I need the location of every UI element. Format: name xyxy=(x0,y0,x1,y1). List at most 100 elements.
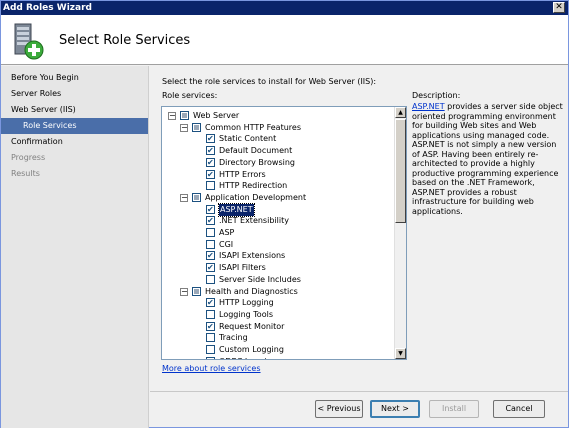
instruction-text: Select the role services to install for … xyxy=(162,77,377,86)
tree-row[interactable]: .NET Extensibility xyxy=(162,215,392,227)
tree-row[interactable]: ODBC Logging xyxy=(162,356,392,359)
role-services-tree[interactable]: −Web Server−Common HTTP FeaturesStatic C… xyxy=(161,106,407,360)
checkbox[interactable] xyxy=(206,169,215,181)
tree-item-label[interactable]: Static Content xyxy=(219,133,276,145)
cancel-button[interactable]: Cancel xyxy=(493,400,545,418)
tree-item-label[interactable]: ISAPI Extensions xyxy=(219,250,285,262)
wizard-header: Select Role Services xyxy=(1,15,568,65)
tree-item-label[interactable]: Logging Tools xyxy=(219,309,273,321)
nav-item-before-you-begin[interactable]: Before You Begin xyxy=(1,70,148,86)
tree-item-label[interactable]: Default Document xyxy=(219,145,292,157)
tree-item-label[interactable]: Custom Logging xyxy=(219,344,284,356)
tree-item-label[interactable]: Web Server xyxy=(193,110,239,122)
tree-row[interactable]: Default Document xyxy=(162,145,392,157)
nav-item-confirmation[interactable]: Confirmation xyxy=(1,134,148,150)
tree-row[interactable]: Server Side Includes xyxy=(162,274,392,286)
tree-item-label[interactable]: .NET Extensibility xyxy=(219,215,289,227)
checkbox[interactable] xyxy=(180,111,189,120)
more-about-role-services-link[interactable]: More about role services xyxy=(162,364,261,373)
checkbox[interactable] xyxy=(206,239,215,249)
tree-row[interactable]: Directory Browsing xyxy=(162,157,392,169)
tree-row[interactable]: HTTP Redirection xyxy=(162,180,392,192)
checkbox[interactable] xyxy=(206,345,215,354)
description-link[interactable]: ASP.NET xyxy=(412,102,445,111)
tree-item-label[interactable]: Request Monitor xyxy=(219,321,284,333)
checkbox[interactable] xyxy=(206,333,215,343)
nav-item-web-server-iis[interactable]: Web Server (IIS) xyxy=(1,102,148,118)
description-body: provides a server side object oriented p… xyxy=(412,102,563,216)
collapse-icon[interactable]: − xyxy=(180,193,188,202)
scroll-down-icon[interactable]: ▼ xyxy=(395,348,406,359)
tree-row[interactable]: Tracing xyxy=(162,332,392,344)
role-services-label: Role services: xyxy=(162,91,218,100)
checkbox[interactable] xyxy=(192,192,201,202)
tree-row[interactable]: ASP.NET xyxy=(162,202,392,217)
checkbox[interactable] xyxy=(206,133,215,145)
checkbox[interactable] xyxy=(206,204,215,216)
tree-row[interactable]: ASP xyxy=(162,227,392,239)
tree-row[interactable]: − Application Development xyxy=(162,192,392,204)
tree-item-label[interactable]: Server Side Includes xyxy=(219,274,301,286)
tree-item-label[interactable]: Tracing xyxy=(219,332,248,344)
checkbox[interactable] xyxy=(206,262,215,274)
add-roles-wizard-window: Add Roles Wizard ✕ Select Role Services … xyxy=(0,0,569,428)
tree-row[interactable]: Request Monitor xyxy=(162,321,392,333)
tree-item-label[interactable]: HTTP Errors xyxy=(219,169,266,181)
collapse-icon[interactable]: − xyxy=(180,287,188,296)
checkbox[interactable] xyxy=(206,145,215,157)
close-icon[interactable]: ✕ xyxy=(553,2,565,13)
tree-item-label[interactable]: Application Development xyxy=(205,192,306,204)
tree-row[interactable]: Logging Tools xyxy=(162,309,392,321)
tree-row[interactable]: − Web Server xyxy=(162,110,392,122)
checkbox[interactable] xyxy=(206,356,215,359)
tree-row[interactable]: CGI xyxy=(162,239,392,251)
main-content: Select the role services to install for … xyxy=(150,66,568,396)
tree-item-label[interactable]: ASP xyxy=(219,227,234,239)
tree-row[interactable]: ISAPI Extensions xyxy=(162,250,392,262)
checkbox[interactable] xyxy=(206,321,215,333)
tree-row[interactable]: − Health and Diagnostics xyxy=(162,286,392,298)
tree-row[interactable]: − Common HTTP Features xyxy=(162,122,392,134)
title-bar: Add Roles Wizard ✕ xyxy=(1,1,568,15)
scroll-up-icon[interactable]: ▲ xyxy=(395,107,406,118)
nav-item-role-services[interactable]: Role Services xyxy=(1,118,148,134)
checkbox[interactable] xyxy=(206,181,215,191)
nav-item-results[interactable]: Results xyxy=(1,166,148,182)
collapse-icon[interactable]: − xyxy=(180,123,188,132)
tree-item-label[interactable]: ISAPI Filters xyxy=(219,262,266,274)
tree-item-label[interactable]: ODBC Logging xyxy=(219,356,277,359)
checkbox[interactable] xyxy=(192,286,201,296)
tree-item-label[interactable]: Health and Diagnostics xyxy=(205,286,298,298)
nav-item-progress[interactable]: Progress xyxy=(1,150,148,166)
tree-row[interactable]: Static Content xyxy=(162,133,392,145)
vertical-scrollbar[interactable]: ▲ ▼ xyxy=(394,107,406,359)
checkbox[interactable] xyxy=(206,309,215,319)
tree-item-label[interactable]: Common HTTP Features xyxy=(205,122,301,134)
tree-row[interactable]: ISAPI Filters xyxy=(162,262,392,274)
scroll-thumb[interactable] xyxy=(395,119,406,223)
checkbox[interactable] xyxy=(206,157,215,169)
tree-item-label[interactable]: CGI xyxy=(219,239,233,251)
next-button[interactable]: Next > xyxy=(370,400,420,418)
tree-item-label[interactable]: ASP.NET xyxy=(218,202,255,217)
checkbox[interactable] xyxy=(206,274,215,284)
install-button[interactable]: Install xyxy=(429,400,479,418)
checkbox[interactable] xyxy=(206,250,215,262)
checkbox[interactable] xyxy=(206,215,215,227)
nav-item-server-roles[interactable]: Server Roles xyxy=(1,86,148,102)
checkbox[interactable] xyxy=(206,228,215,237)
tree-row[interactable]: Custom Logging xyxy=(162,344,392,356)
description-label: Description: xyxy=(412,91,461,100)
description-text: ASP.NET provides a server side object or… xyxy=(412,102,564,216)
page-title: Select Role Services xyxy=(59,33,191,48)
checkbox[interactable] xyxy=(206,297,215,309)
tree-row[interactable]: HTTP Logging xyxy=(162,297,392,309)
tree-item-label[interactable]: HTTP Logging xyxy=(219,297,274,309)
server-add-icon xyxy=(14,23,44,60)
checkbox[interactable] xyxy=(192,122,201,132)
tree-row[interactable]: HTTP Errors xyxy=(162,169,392,181)
tree-item-label[interactable]: HTTP Redirection xyxy=(219,180,287,192)
tree-item-label[interactable]: Directory Browsing xyxy=(219,157,295,169)
previous-button[interactable]: < Previous xyxy=(315,400,363,418)
collapse-icon[interactable]: − xyxy=(168,112,176,120)
